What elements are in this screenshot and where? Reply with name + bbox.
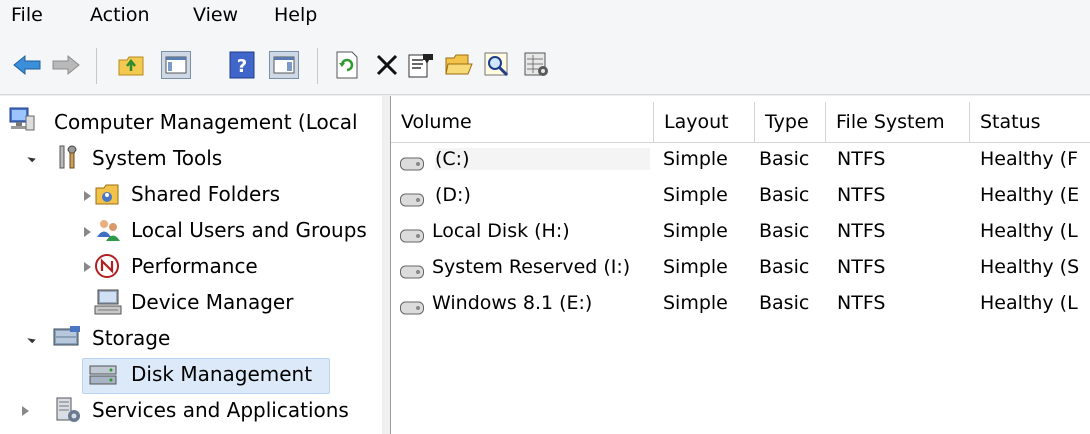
cell-volume: Windows 8.1 (E:)	[432, 292, 593, 314]
disk-icon	[400, 190, 424, 207]
menu-view[interactable]: View	[193, 4, 238, 26]
tree-performance-label[interactable]: Performance	[131, 254, 258, 278]
cell-type: Basic	[759, 184, 810, 206]
tree-system-tools-label[interactable]: System Tools	[92, 146, 222, 170]
pane-splitter[interactable]	[382, 96, 391, 434]
cell-status: Healthy (L	[980, 220, 1078, 242]
cell-volume: (C:)	[435, 148, 650, 170]
menu-file[interactable]: File	[11, 4, 43, 26]
cell-layout: Simple	[663, 184, 728, 206]
table-row[interactable]: (C:) Simple Basic NTFS Healthy (F	[391, 144, 1090, 180]
toolbar-separator	[317, 48, 318, 84]
cell-file-system: NTFS	[837, 256, 886, 278]
table-row[interactable]: Windows 8.1 (E:) Simple Basic NTFS Healt…	[391, 288, 1090, 324]
cell-volume: Local Disk (H:)	[432, 220, 570, 242]
menu-bar: File Action View Help	[0, 0, 1090, 36]
cell-type: Basic	[759, 256, 810, 278]
tree-disk-management-label[interactable]: Disk Management	[131, 362, 312, 386]
delete-icon[interactable]	[371, 50, 403, 80]
collapsed-arrow-icon[interactable]	[84, 191, 91, 201]
cell-layout: Simple	[663, 256, 728, 278]
column-header-status[interactable]: Status	[970, 102, 1090, 142]
cell-file-system: NTFS	[837, 184, 886, 206]
tree-storage-label[interactable]: Storage	[92, 326, 170, 350]
performance-icon	[94, 253, 122, 279]
help-icon[interactable]: ?	[226, 50, 258, 80]
cell-layout: Simple	[663, 292, 728, 314]
disk-icon	[400, 298, 424, 315]
disk-icon	[400, 262, 424, 279]
expanded-arrow-icon[interactable]	[22, 329, 36, 344]
cell-status: Healthy (S	[980, 256, 1080, 278]
cell-type: Basic	[759, 220, 810, 242]
volume-list: Volume Layout Type File System Status (C…	[391, 96, 1090, 434]
cell-type: Basic	[759, 148, 810, 170]
tree-shared-folders-label[interactable]: Shared Folders	[131, 182, 280, 206]
tree-device-manager-label[interactable]: Device Manager	[131, 290, 293, 314]
forward-arrow-icon[interactable]	[50, 50, 82, 80]
open-folder-icon[interactable]	[443, 50, 475, 80]
shared-folders-icon	[94, 182, 122, 208]
storage-icon	[52, 324, 80, 350]
computer-management-icon	[8, 106, 36, 132]
disk-icon	[400, 154, 424, 171]
tree-root-label[interactable]: Computer Management (Local	[54, 110, 358, 134]
cell-status: Healthy (E	[980, 184, 1080, 206]
column-header-row: Volume Layout Type File System Status	[391, 102, 1090, 143]
back-arrow-icon[interactable]	[11, 50, 43, 80]
menu-action[interactable]: Action	[90, 4, 150, 26]
show-hide-console-tree-icon[interactable]	[160, 50, 192, 80]
cell-volume: (D:)	[435, 184, 471, 206]
disk-icon	[400, 226, 424, 243]
refresh-icon[interactable]	[331, 50, 363, 80]
properties-icon[interactable]	[405, 50, 437, 80]
column-header-file-system[interactable]: File System	[826, 102, 970, 142]
cell-type: Basic	[759, 292, 810, 314]
column-header-layout[interactable]: Layout	[654, 102, 755, 142]
column-header-type[interactable]: Type	[755, 102, 826, 142]
cell-file-system: NTFS	[837, 148, 886, 170]
settings-grid-icon[interactable]	[521, 50, 553, 80]
search-magnifier-icon[interactable]	[481, 50, 513, 80]
disk-management-icon	[88, 362, 117, 388]
cell-layout: Simple	[663, 220, 728, 242]
toolbar-separator	[96, 48, 97, 84]
services-icon	[54, 396, 82, 422]
toolbar: ?	[0, 36, 1090, 95]
cell-status: Healthy (F	[980, 148, 1079, 170]
table-row[interactable]: (D:) Simple Basic NTFS Healthy (E	[391, 180, 1090, 216]
cell-file-system: NTFS	[837, 220, 886, 242]
cell-layout: Simple	[663, 148, 728, 170]
show-hide-action-pane-icon[interactable]	[268, 50, 300, 80]
cell-status: Healthy (L	[980, 292, 1078, 314]
console-tree: Computer Management (Local System Tools …	[0, 96, 383, 434]
cell-file-system: NTFS	[837, 292, 886, 314]
svg-text:?: ?	[237, 56, 247, 77]
collapsed-arrow-icon[interactable]	[84, 227, 91, 237]
system-tools-icon	[54, 144, 82, 170]
collapsed-arrow-icon[interactable]	[22, 406, 29, 416]
device-manager-icon	[94, 288, 122, 315]
tree-services-label[interactable]: Services and Applications	[92, 398, 349, 422]
cell-volume: System Reserved (I:)	[432, 256, 631, 278]
up-folder-icon[interactable]	[115, 50, 147, 80]
local-users-icon	[94, 217, 122, 243]
tree-local-users-label[interactable]: Local Users and Groups	[131, 218, 367, 242]
menu-help[interactable]: Help	[274, 4, 317, 26]
column-header-volume[interactable]: Volume	[391, 102, 654, 142]
expanded-arrow-icon[interactable]	[22, 148, 36, 163]
table-row[interactable]: Local Disk (H:) Simple Basic NTFS Health…	[391, 216, 1090, 252]
collapsed-arrow-icon[interactable]	[84, 262, 91, 272]
table-row[interactable]: System Reserved (I:) Simple Basic NTFS H…	[391, 252, 1090, 288]
